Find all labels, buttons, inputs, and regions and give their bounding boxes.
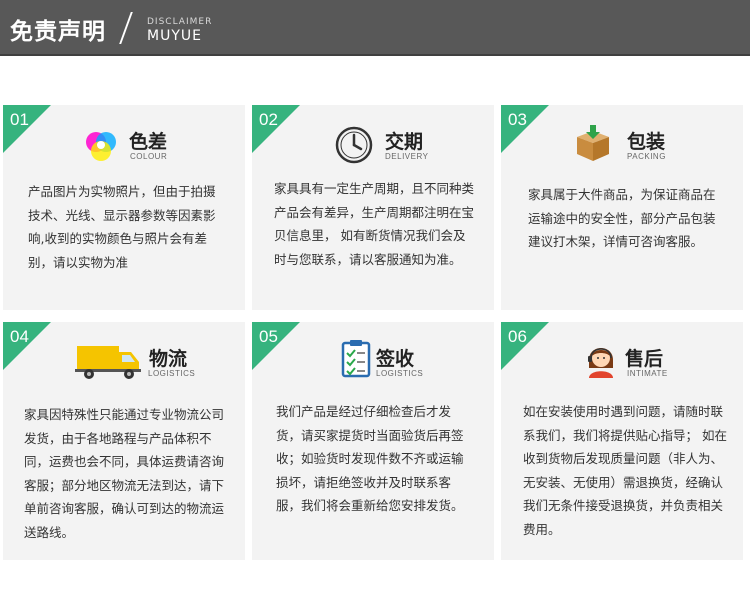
card-subtitle: LOGISTICS <box>148 369 196 378</box>
card-title: 包装 <box>627 131 666 153</box>
header-subtitle-small: DISCLAIMER <box>147 17 213 27</box>
disclaimer-card-after-sales: 06 售后 INTIMATE 如在安装使用时遇到问题，请随时联系我们，我们将提供… <box>501 322 743 560</box>
title-divider <box>119 12 133 44</box>
clock-icon <box>335 126 373 164</box>
color-wheel-icon <box>86 132 116 161</box>
card-body: 家具因特殊性只能通过专业物流公司发货，由于各地路程与产品体积不同，运费也会不同，… <box>24 407 225 540</box>
card-title: 色差 <box>129 131 168 153</box>
card-title: 物流 <box>149 348 188 370</box>
card-subtitle: PACKING <box>627 152 666 161</box>
disclaimer-card-delivery: 02 交期 DELIVERY 家具具有一定生产周期，且不同种类产品会有差异，生产… <box>252 105 494 310</box>
card-body: 产品图片为实物照片，但由于拍摄技术、光线、显示器参数等因素影响,收到的实物颜色与… <box>28 184 216 270</box>
card-title: 售后 <box>625 348 664 370</box>
card-title: 交期 <box>385 131 424 153</box>
disclaimer-card-colour: 01 色差 COLOUR 产品图片为实物照片，但由于拍摄技术、光线、显示器参数等… <box>3 105 245 310</box>
disclaimer-card-logistics: 04 物流 LOGISTICS 家具因特殊性只能通过专业物流公司发货，由于各地路… <box>3 322 245 560</box>
card-subtitle: COLOUR <box>130 152 168 161</box>
card-number: 04 <box>10 327 29 346</box>
header-bar: 免责声明 DISCLAIMER MUYUE <box>0 0 750 56</box>
truck-icon <box>75 346 141 379</box>
box-icon <box>577 125 609 161</box>
card-number: 06 <box>508 327 527 346</box>
card-body: 如在安装使用时遇到问题，请随时联系我们，我们将提供贴心指导； 如在收到货物后发现… <box>523 404 727 537</box>
header-subtitle-brand: MUYUE <box>147 28 202 44</box>
card-body: 家具属于大件商品，为保证商品在运输途中的安全性，部分产品包装建议打木架，详情可咨… <box>528 187 716 249</box>
card-number: 03 <box>508 110 527 129</box>
customer-service-icon <box>588 348 613 378</box>
card-number: 01 <box>10 110 29 129</box>
disclaimer-card-signing: 05 签收 LOGISTICS 我们产品是经过仔细检查后才发货，请买家提货时当面… <box>252 322 494 560</box>
card-subtitle: LOGISTICS <box>376 369 424 378</box>
disclaimer-card-packing: 03 包装 PACKING 家具属于大件商品，为保证商品在运输途中的安全性，部分… <box>501 105 743 310</box>
card-subtitle: DELIVERY <box>385 152 429 161</box>
card-number: 05 <box>259 327 278 346</box>
card-body: 家具具有一定生产周期，且不同种类产品会有差异，生产周期都注明在宝贝信息里， 如有… <box>274 181 475 267</box>
page-title: 免责声明 <box>10 19 106 45</box>
card-title: 签收 <box>376 348 415 370</box>
card-number: 02 <box>259 110 278 129</box>
checklist-icon <box>341 340 371 378</box>
card-subtitle: INTIMATE <box>627 369 668 378</box>
card-body: 我们产品是经过仔细检查后才发货，请买家提货时当面验货后再签收；如验货时发现件数不… <box>276 404 464 513</box>
